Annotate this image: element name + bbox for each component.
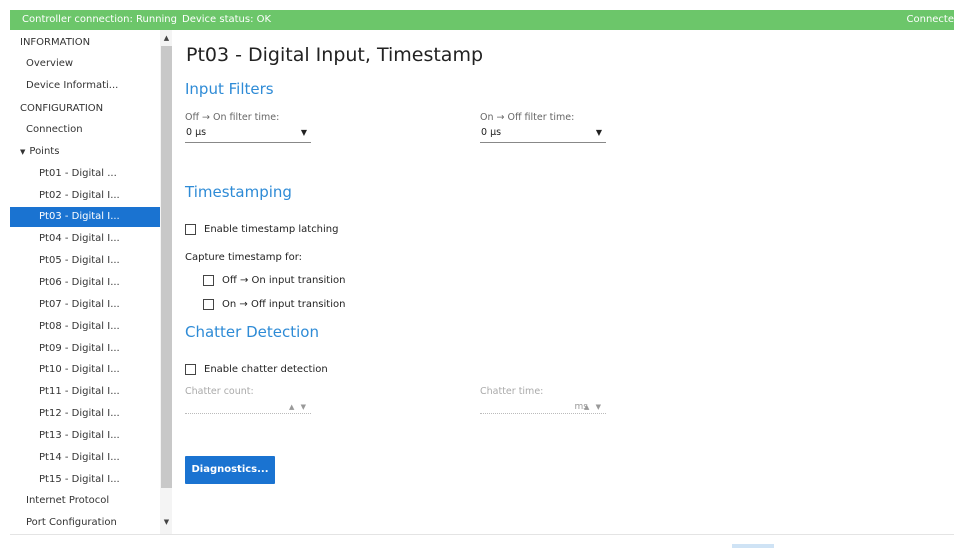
timestamping-heading: Timestamping	[185, 183, 292, 201]
sidebar-item-pt09-digital-i[interactable]: Pt09 - Digital I...	[10, 339, 160, 359]
sidebar-item-internet-protocol[interactable]: Internet Protocol	[10, 491, 160, 511]
on-off-filter-value: 0 µs	[481, 127, 502, 138]
checkbox-box[interactable]	[185, 364, 196, 375]
sidebar-item-pt10-digital-i[interactable]: Pt10 - Digital I...	[10, 360, 160, 380]
sidebar-item-label: Pt01 - Digital ...	[39, 168, 117, 179]
spinner-arrows-icon[interactable]: ▲ ▼	[289, 400, 308, 414]
sidebar-item-label: Device Informati...	[26, 80, 119, 91]
sidebar-item-device-informati[interactable]: Device Informati...	[10, 76, 160, 96]
app-window: Controller connection: Running Device st…	[10, 10, 954, 548]
off-on-filter-select[interactable]: 0 µs ▼	[185, 125, 311, 143]
sidebar-item-label: Pt10 - Digital I...	[39, 364, 120, 375]
sidebar-item-label: Pt05 - Digital I...	[39, 255, 120, 266]
sidebar-item-pt05-digital-i[interactable]: Pt05 - Digital I...	[10, 251, 160, 271]
spinner-arrows-icon[interactable]: ▲ ▼	[584, 400, 603, 414]
sidebar-nav: INFORMATION Overview Device Informati... CO…	[10, 30, 160, 534]
on-off-transition-label: On → Off input transition	[222, 299, 346, 310]
sidebar-item-pt02-digital-i[interactable]: Pt02 - Digital I...	[10, 186, 160, 206]
enable-timestamp-latching-label: Enable timestamp latching	[204, 224, 339, 235]
sidebar-item-label: Pt07 - Digital I...	[39, 299, 120, 310]
sidebar-item-connection[interactable]: Connection	[10, 120, 160, 140]
sidebar-item-overview[interactable]: Overview	[10, 54, 160, 74]
controller-connection-status: Controller connection: Running	[22, 14, 177, 25]
sidebar-item-pt01-digital[interactable]: Pt01 - Digital ...	[10, 164, 160, 184]
sidebar-item-pt14-digital-i[interactable]: Pt14 - Digital I...	[10, 448, 160, 468]
chatter-count-input[interactable]: ▲ ▼	[185, 400, 311, 414]
sidebar-item-label: Pt08 - Digital I...	[39, 321, 120, 332]
checkbox-box[interactable]	[203, 275, 214, 286]
sidebar-item-port-configuration[interactable]: Port Configuration	[10, 513, 160, 533]
expand-triangle-icon[interactable]: ▼	[20, 142, 25, 162]
main-content: Pt03 - Digital Input, Timestamp Input Fi…	[172, 30, 954, 534]
sidebar-item-pt12-digital-i[interactable]: Pt12 - Digital I...	[10, 404, 160, 424]
page-title: Pt03 - Digital Input, Timestamp	[186, 44, 484, 66]
chatter-time-input[interactable]: ms ▲ ▼	[480, 400, 606, 414]
chevron-down-icon: ▼	[300, 128, 307, 137]
sidebar-item-label: Pt06 - Digital I...	[39, 277, 120, 288]
checkbox-box[interactable]	[185, 224, 196, 235]
sidebar-item-label: Points	[29, 146, 60, 157]
sidebar-item-pt11-digital-i[interactable]: Pt11 - Digital I...	[10, 382, 160, 402]
enable-chatter-detection-label: Enable chatter detection	[204, 364, 328, 375]
sidebar-item-label: Pt09 - Digital I...	[39, 343, 120, 354]
sidebar-item-label: Pt15 - Digital I...	[39, 474, 120, 485]
sidebar-item-label: Port Configuration	[26, 517, 117, 528]
sidebar-item-pt13-digital-i[interactable]: Pt13 - Digital I...	[10, 426, 160, 446]
input-filters-heading: Input Filters	[185, 80, 274, 98]
diagnostics-button[interactable]: Diagnostics...	[185, 456, 275, 484]
sidebar-item-pt07-digital-i[interactable]: Pt07 - Digital I...	[10, 295, 160, 315]
capture-timestamp-label: Capture timestamp for:	[185, 252, 303, 263]
sidebar-item-label: Pt02 - Digital I...	[39, 190, 120, 201]
chatter-detection-heading: Chatter Detection	[185, 323, 319, 341]
sidebar-item-label: Internet Protocol	[26, 495, 110, 506]
off-on-filter-label: Off → On filter time:	[185, 112, 280, 123]
sidebar-item-label: INFORMATION	[20, 37, 91, 48]
sidebar-item-pt15-digital-i[interactable]: Pt15 - Digital I...	[10, 470, 160, 490]
sidebar-scrollbar[interactable]: ▲ ▼	[160, 30, 172, 534]
device-status: Device status: OK	[182, 14, 272, 25]
sidebar-item-label: Pt13 - Digital I...	[39, 430, 120, 441]
scroll-up-icon[interactable]: ▲	[161, 32, 172, 44]
sidebar-item-label: Pt04 - Digital I...	[39, 233, 120, 244]
sidebar-item-points[interactable]: ▼ Points	[10, 142, 160, 162]
sidebar-item-pt06-digital-i[interactable]: Pt06 - Digital I...	[10, 273, 160, 293]
chatter-count-label: Chatter count:	[185, 386, 254, 397]
sidebar-item-label: Pt03 - Digital I...	[39, 211, 120, 222]
checkbox-box[interactable]	[203, 299, 214, 310]
status-bar: Controller connection: Running Device st…	[10, 10, 954, 30]
on-off-filter-label: On → Off filter time:	[480, 112, 575, 123]
sidebar-item-label: CONFIGURATION	[20, 103, 104, 114]
on-off-filter-select[interactable]: 0 µs ▼	[480, 125, 606, 143]
bottom-indicator	[732, 544, 774, 548]
off-on-transition-label: Off → On input transition	[222, 275, 346, 286]
sidebar-item-label: Overview	[26, 58, 74, 69]
off-on-filter-value: 0 µs	[186, 127, 207, 138]
sidebar-item-pt03-digital-i[interactable]: Pt03 - Digital I...	[10, 207, 160, 227]
sidebar-item-information: INFORMATION	[10, 33, 160, 53]
chevron-down-icon: ▼	[595, 128, 602, 137]
sidebar-item-pt04-digital-i[interactable]: Pt04 - Digital I...	[10, 229, 160, 249]
sidebar-item-label: Pt11 - Digital I...	[39, 386, 120, 397]
sidebar-item-label: Connection	[26, 124, 83, 135]
chatter-time-label: Chatter time:	[480, 386, 544, 397]
scroll-thumb[interactable]	[161, 46, 172, 488]
connection-status-right: Connecte	[906, 14, 954, 25]
sidebar-item-label: Pt12 - Digital I...	[39, 408, 120, 419]
sidebar-item-pt08-digital-i[interactable]: Pt08 - Digital I...	[10, 317, 160, 337]
bottom-divider	[10, 534, 954, 535]
scroll-down-icon[interactable]: ▼	[161, 516, 172, 528]
sidebar-item-label: Pt14 - Digital I...	[39, 452, 120, 463]
sidebar-item-configuration: CONFIGURATION	[10, 99, 160, 119]
